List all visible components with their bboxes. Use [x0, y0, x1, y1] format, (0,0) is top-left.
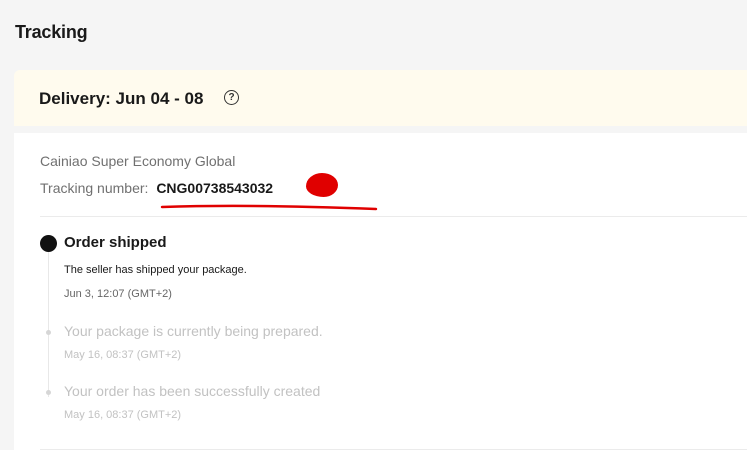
delivery-estimate: Delivery: Jun 04 - 08	[39, 89, 204, 108]
divider	[40, 216, 747, 217]
event-title: Your order has been successfully created	[64, 383, 321, 399]
tracking-number-row: Tracking number: CNG00738543032	[40, 180, 273, 196]
event-description: The seller has shipped your package.	[64, 264, 247, 276]
tracking-card: Cainiao Super Economy Global Tracking nu…	[14, 133, 747, 450]
timeline-dot-active-icon	[40, 235, 57, 252]
event-time: Jun 3, 12:07 (GMT+2)	[64, 288, 172, 300]
event-time: May 16, 08:37 (GMT+2)	[64, 409, 182, 421]
redaction-scribble	[306, 173, 338, 197]
event-time: May 16, 08:37 (GMT+2)	[64, 349, 182, 361]
tracking-number-label: Tracking number:	[40, 180, 149, 196]
event-title: Your package is currently being prepared…	[64, 323, 323, 339]
timeline-dot-icon	[46, 390, 51, 395]
help-icon[interactable]: ?	[224, 90, 239, 105]
page-title: Tracking	[15, 22, 88, 42]
annotation-underline	[160, 204, 378, 211]
timeline-line	[48, 245, 49, 397]
event-title: Order shipped	[64, 234, 167, 251]
timeline-dot-icon	[46, 330, 51, 335]
carrier-name: Cainiao Super Economy Global	[40, 153, 236, 169]
tracking-number-value[interactable]: CNG00738543032	[156, 180, 273, 196]
delivery-banner: Delivery: Jun 04 - 08 ?	[14, 70, 747, 126]
